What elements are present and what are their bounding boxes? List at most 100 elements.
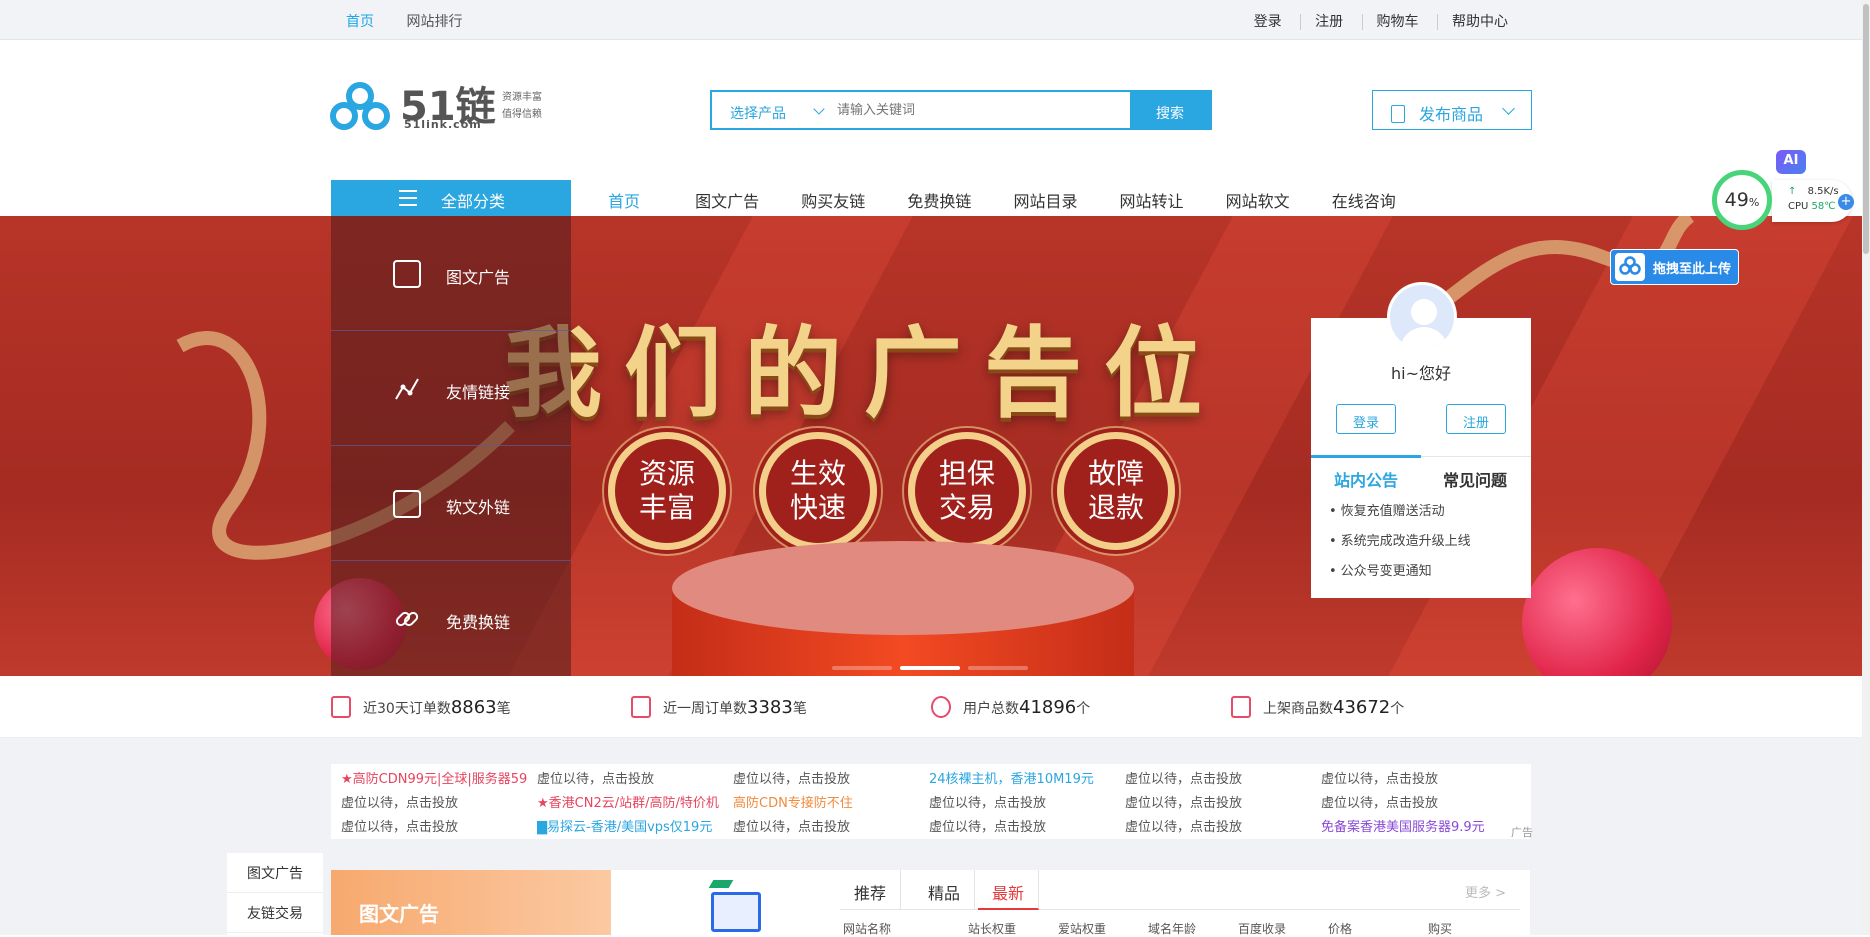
stat-label: 近一周订单数 [663, 701, 747, 717]
notice-item[interactable]: 系统完成改造升级上线 [1329, 530, 1471, 549]
system-monitor-widget[interactable]: ↑ 8.5K/s CPU 58℃ 49% + [1712, 170, 1855, 236]
badge-line: 资源 [638, 457, 695, 490]
image-icon [393, 260, 421, 288]
shopping-bag-icon [1231, 696, 1251, 718]
text-ad-link[interactable]: 虚位以待，点击投放 [929, 816, 1125, 835]
text-ad-link[interactable]: 24核裸主机，香港10M19元 [929, 768, 1125, 787]
notice-list: 恢复充值赠送活动 系统完成改造升级上线 公众号变更通知 [1329, 500, 1471, 590]
column-header: 域名年龄 [1148, 922, 1197, 936]
nav-item-soft-articles[interactable]: 网站软文 [1226, 192, 1290, 211]
user-card: hi~您好 登录 注册 站内公告 常见问题 恢复充值赠送活动 系统完成改造升级上… [1311, 282, 1531, 598]
promo-image-ads[interactable]: 图文广告 [331, 870, 611, 935]
tab-featured[interactable]: 精品 [914, 870, 976, 910]
text-ad-link[interactable]: 虚位以待，点击投放 [1125, 816, 1321, 835]
text-ad-link[interactable]: 虚位以待，点击投放 [929, 792, 1125, 811]
nav-item-buy-links[interactable]: 购买友链 [801, 192, 865, 211]
carousel-dot[interactable] [968, 666, 1028, 670]
upload-label: 拖拽至此上传 [1653, 262, 1732, 277]
logo-slogan-1: 资源丰富 [502, 92, 542, 103]
text-ad-link[interactable]: 虚位以待，点击投放 [341, 816, 537, 835]
text-ad-link[interactable]: ★香港CN2云/站群/高防/特价机 [537, 792, 733, 811]
publish-label: 发布商品 [1419, 105, 1484, 124]
text-ad-link[interactable]: 虚位以待，点击投放 [1125, 768, 1321, 787]
left-category-image-ads[interactable]: 图文广告 [227, 853, 323, 893]
text-ad-link[interactable]: 虚位以待，点击投放 [1125, 792, 1321, 811]
notice-item[interactable]: 恢复充值赠送活动 [1329, 500, 1471, 519]
tab-notices[interactable]: 站内公告 [1334, 467, 1398, 491]
product-select[interactable]: 选择产品 [712, 92, 837, 128]
stat-unit: 笔 [792, 701, 807, 717]
drag-upload-button[interactable]: 拖拽至此上传 [1610, 249, 1739, 285]
badge-line: 担保 [938, 457, 995, 490]
badge-resources: 资源 丰富 [608, 432, 726, 550]
chevron-down-icon [813, 103, 825, 115]
carousel-dot[interactable] [832, 666, 892, 670]
text-ad-link[interactable]: 虚位以待，点击投放 [733, 816, 929, 835]
scrollbar-thumb[interactable] [1863, 4, 1869, 254]
plus-icon[interactable]: + [1838, 194, 1854, 210]
all-categories-button[interactable]: 全部分类 [331, 180, 571, 216]
text-ad-link[interactable]: 高防CDN专接防不住 [733, 792, 929, 811]
avatar[interactable] [1387, 282, 1457, 352]
text-ad-grid: ★高防CDN99元|全球|服务器59 虚位以待，点击投放 虚位以待，点击投放 24核裸… [331, 764, 1533, 839]
stat-unit: 个 [1390, 701, 1405, 717]
usage-unit: % [1748, 196, 1760, 209]
top-bar: 首页 网站排行 登录 注册 购物车 帮助中心 [0, 0, 1862, 40]
side-menu-image-ads[interactable]: 图文广告 [331, 216, 571, 331]
carousel-dot-active[interactable] [900, 666, 960, 670]
stats-bar: 近30天订单数8863笔 近一周订单数3383笔 用户总数41896个 上架商品… [0, 676, 1862, 738]
badge-line: 退款 [1087, 491, 1144, 524]
more-link[interactable]: 更多 > [1465, 882, 1506, 901]
text-ad-link[interactable]: 虚位以待，点击投放 [1321, 792, 1517, 811]
nav-items: 首页 图文广告 购买友链 免费换链 网站目录 网站转让 网站软文 在线咨询 [608, 188, 1433, 212]
category-side-menu: 图文广告 友情链接 软文外链 免费换链 [331, 216, 571, 676]
stat-week-orders: 近一周订单数3383笔 [631, 696, 807, 718]
publish-button[interactable]: 发布商品 [1372, 90, 1532, 130]
nav-item-consult[interactable]: 在线咨询 [1332, 192, 1396, 211]
stat-label: 用户总数 [963, 701, 1019, 717]
register-button[interactable]: 注册 [1446, 404, 1506, 434]
top-link-help[interactable]: 帮助中心 [1437, 14, 1522, 30]
search-bar: 选择产品 搜索 [710, 90, 1212, 130]
badge-line: 快速 [789, 491, 846, 524]
side-menu-free-exchange[interactable]: 免费换链 [331, 561, 571, 676]
text-ad-link[interactable]: 虚位以待，点击投放 [733, 768, 929, 787]
left-category-link-trade[interactable]: 友链交易 [227, 893, 323, 933]
column-header: 网站名称 [843, 922, 892, 936]
nav-item-home[interactable]: 首页 [608, 192, 640, 211]
top-link-register[interactable]: 注册 [1300, 14, 1358, 30]
tab-recommended[interactable]: 推荐 [840, 870, 902, 910]
search-input[interactable] [837, 92, 1130, 128]
text-ad-link[interactable]: 虚位以待，点击投放 [1321, 768, 1517, 787]
logo-domain: 51link.com [404, 118, 482, 131]
text-ad-link[interactable]: 虚位以待，点击投放 [341, 792, 537, 811]
hero-banner[interactable]: 我们的广告位 资源 丰富 生效 快速 担保 交易 故障 退款 图文广告 友情链接 软文外… [0, 216, 1862, 676]
clipboard-icon [1391, 105, 1405, 123]
stat-label: 近30天订单数 [363, 701, 451, 717]
notice-item[interactable]: 公众号变更通知 [1329, 560, 1471, 579]
side-menu-friend-links[interactable]: 友情链接 [331, 331, 571, 446]
login-button[interactable]: 登录 [1336, 404, 1396, 434]
site-logo[interactable]: 51链 51link.com 资源丰富 值得信赖 [330, 78, 560, 138]
scrollbar[interactable] [1862, 0, 1870, 935]
nav-item-site-transfer[interactable]: 网站转让 [1120, 192, 1184, 211]
search-button[interactable]: 搜索 [1130, 92, 1210, 128]
top-link-cart[interactable]: 购物车 [1361, 14, 1433, 30]
nav-item-free-exchange[interactable]: 免费换链 [907, 192, 971, 211]
text-ad-link[interactable]: ★高防CDN99元|全球|服务器59 [341, 768, 537, 787]
text-ad-link[interactable]: 免备案香港美国服务器9.9元 [1321, 816, 1517, 835]
badge-line: 交易 [938, 491, 995, 524]
chart-link-icon [393, 375, 421, 403]
top-link-home[interactable]: 首页 [346, 14, 374, 30]
promo-title: 图文广告 [359, 902, 439, 926]
stat-value: 41896 [1019, 697, 1077, 718]
tab-faq[interactable]: 常见问题 [1443, 467, 1507, 491]
text-ad-link[interactable]: ▇易探云-香港/美国vps仅19元 [537, 816, 733, 835]
nav-item-image-ads[interactable]: 图文广告 [695, 192, 759, 211]
side-menu-soft-links[interactable]: 软文外链 [331, 446, 571, 561]
top-link-ranking[interactable]: 网站排行 [406, 14, 462, 30]
top-link-login[interactable]: 登录 [1240, 14, 1296, 30]
tab-latest[interactable]: 最新 [978, 870, 1040, 910]
text-ad-link[interactable]: 虚位以待，点击投放 [537, 768, 733, 787]
nav-item-directory[interactable]: 网站目录 [1013, 192, 1077, 211]
